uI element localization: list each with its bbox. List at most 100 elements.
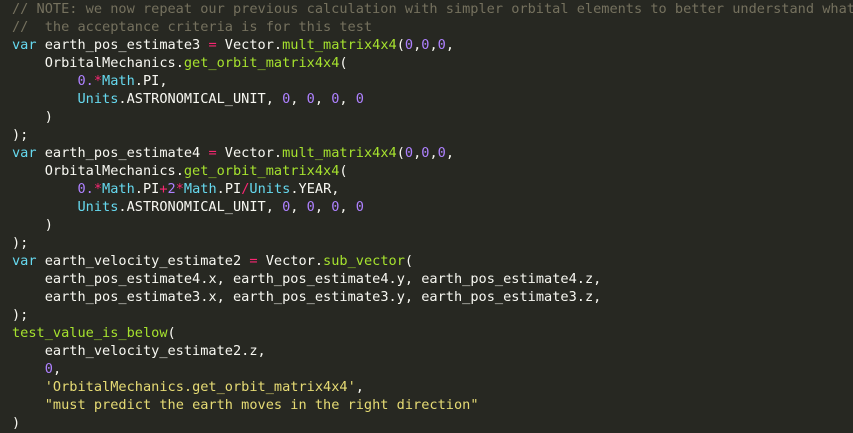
code-punctuation: ); [12,235,29,251]
code-identifier: Vector [216,145,274,161]
code-punctuation: . [175,163,184,179]
code-line[interactable]: earth_velocity_estimate2.z, [0,342,853,360]
code-line[interactable]: ) [0,216,853,234]
code-punctuation: , [355,379,364,395]
code-line[interactable]: test_value_is_below( [0,324,853,342]
code-line[interactable]: Units.ASTRONOMICAL_UNIT, 0, 0, 0, 0 [0,90,853,108]
code-line[interactable]: OrbitalMechanics.get_orbit_matrix4x4( [0,54,853,72]
code-punctuation: ) [12,109,53,125]
code-punctuation: , [52,361,62,377]
code-editor[interactable]: // NOTE: we now repeat our previous calc… [0,0,853,433]
code-punctuation: . [118,199,127,215]
code-punctuation: . [388,271,397,287]
code-line[interactable]: Units.ASTRONOMICAL_UNIT, 0, 0, 0, 0 [0,198,853,216]
code-function-name: test_value_is_below [12,325,168,341]
code-identifier: PI [142,73,160,89]
code-operator: + [159,181,168,197]
code-line[interactable]: ); [0,306,853,324]
code-punctuation: ); [12,127,29,143]
code-number: 0 [404,145,414,161]
code-line[interactable]: 0, [0,360,853,378]
code-identifier: PI [224,181,242,197]
code-line[interactable]: "must predict the earth moves in the rig… [0,396,853,414]
code-punctuation: , [216,271,233,287]
code-line[interactable]: ) [0,414,853,432]
code-identifier: z [584,289,594,305]
code-function-name: mult_matrix4x4 [282,145,397,161]
code-line[interactable]: var earth_velocity_estimate2 = Vector.su… [0,252,853,270]
code-punctuation: ) [12,415,21,431]
code-punctuation: , [159,73,168,89]
code-identifier: YEAR [298,181,332,197]
code-number: 0 [404,37,414,53]
code-punctuation: , [445,145,454,161]
code-punctuation: . [175,55,184,71]
code-punctuation: ( [339,55,348,71]
code-punctuation: , [290,91,307,107]
code-function-name: get_orbit_matrix4x4 [183,163,340,179]
code-identifier: z [249,343,258,359]
code-function-name: get_orbit_matrix4x4 [183,55,340,71]
code-identifier: ASTRONOMICAL_UNIT [126,91,266,107]
code-punctuation: , [290,199,307,215]
code-line[interactable]: OrbitalMechanics.get_orbit_matrix4x4( [0,162,853,180]
code-punctuation: , [265,199,283,215]
code-line[interactable]: var earth_pos_estimate3 = Vector.mult_ma… [0,36,853,54]
code-punctuation: , [429,145,438,161]
code-number: 0 [306,199,315,215]
code-string: 'OrbitalMechanics.get_orbit_matrix4x4' [44,379,356,395]
code-line[interactable]: earth_pos_estimate4. x, earth_pos_estimat… [0,270,853,288]
code-punctuation: , [404,289,422,305]
code-number: 0. [77,73,94,89]
code-line[interactable]: ) [0,108,853,126]
code-punctuation: ( [339,163,348,179]
code-identifier [12,379,45,395]
code-line[interactable]: 0.*Math.PI+2*Math.PI/Units.YEAR, [0,180,853,198]
code-operator: * [93,181,103,197]
code-function-name: sub_vector [323,253,405,269]
code-line[interactable]: 'OrbitalMechanics.get_orbit_matrix4x4', [0,378,853,396]
code-identifier: ASTRONOMICAL_UNIT [126,199,266,215]
code-keyword: var [12,145,37,161]
code-identifier: earth_pos_estimate4 [36,145,209,161]
code-punctuation: . [134,73,143,89]
code-punctuation: . [118,91,127,107]
code-identifier [12,73,77,89]
code-identifier: OrbitalMechanics [12,55,176,71]
code-line[interactable]: var earth_pos_estimate4 = Vector.mult_ma… [0,144,853,162]
code-punctuation: , [339,91,356,107]
code-line[interactable]: 0.*Math.PI, [0,72,853,90]
code-number: 0. [77,181,94,197]
code-line[interactable]: // the acceptance criteria is for this t… [0,18,853,36]
code-identifier: earth_pos_estimate3 [421,289,577,305]
code-class-name: Units [249,181,291,197]
code-number: 0 [355,199,364,215]
code-identifier: x [208,271,217,287]
code-identifier: Vector [257,253,315,269]
code-line[interactable]: ); [0,126,853,144]
code-identifier: earth_pos_estimate4 [233,271,389,287]
code-line[interactable]: // NOTE: we now repeat our previous calc… [0,0,853,18]
code-operator: = [208,37,217,53]
code-identifier: Vector [216,37,274,53]
code-line[interactable]: earth_pos_estimate3. x, earth_pos_estimat… [0,288,853,306]
code-punctuation: , [429,37,438,53]
code-string: "must predict the earth moves in the rig… [44,397,479,413]
code-number: 0 [355,91,364,107]
code-identifier: earth_velocity_estimate2 [12,343,242,359]
code-function-name: mult_matrix4x4 [282,37,397,53]
code-number: 0 [44,361,53,377]
code-identifier: earth_pos_estimate3 [233,289,389,305]
code-punctuation: ( [396,145,405,161]
code-punctuation: . [216,181,225,197]
code-identifier: y [396,271,405,287]
code-punctuation: . [290,181,299,197]
code-class-name: Units [77,199,119,215]
code-identifier: earth_pos_estimate3 [36,37,209,53]
code-class-name: Units [77,91,119,107]
code-punctuation: ( [167,325,176,341]
code-number: 2 [167,181,176,197]
code-line[interactable]: ); [0,234,853,252]
code-punctuation: . [273,37,283,53]
code-comment: // the acceptance criteria is for this t… [12,19,373,35]
